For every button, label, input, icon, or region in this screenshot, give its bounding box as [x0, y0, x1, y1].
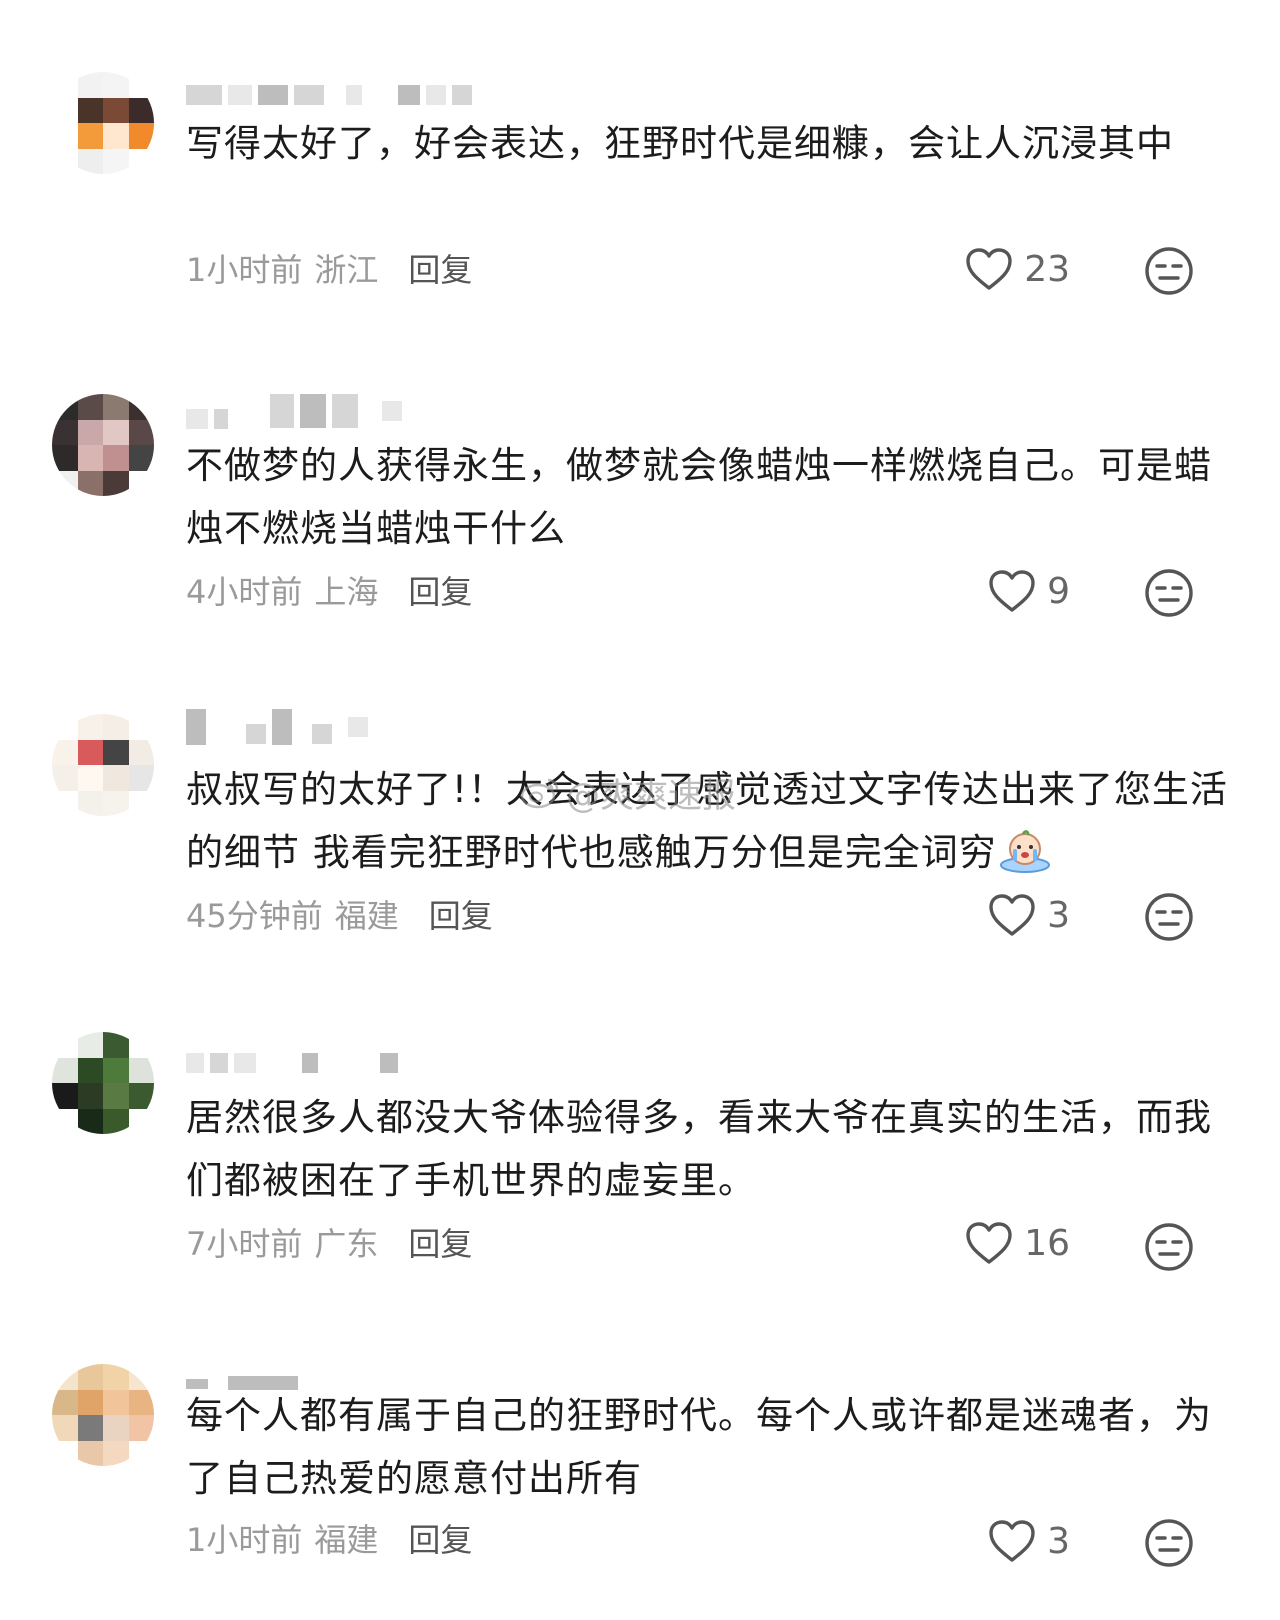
like-button[interactable]: 16 [964, 1220, 1070, 1266]
comment-text: 每个人都有属于自己的狂野时代。每个人或许都是迷魂者，为了自己热爱的愿意付出所有 [186, 1394, 1212, 1500]
comment-feed: 写得太好了，好会表达，狂野时代是细糠，会让人沉浸其中 1小时前 浙江 回复 23 [0, 0, 1280, 1620]
neutral-face-icon[interactable] [1144, 1222, 1194, 1272]
heart-outline-icon[interactable] [987, 568, 1037, 614]
comment-time: 45分钟前 [186, 897, 323, 935]
comment-meta: 7小时前 广东 回复 [186, 1224, 472, 1264]
comment-meta: 1小时前 福建 回复 [186, 1520, 472, 1560]
comment-location: 上海 [314, 573, 379, 611]
comment-text: 居然很多人都没大爷体验得多，看来大爷在真实的生活，而我们都被困在了手机世界的虚妄… [186, 1096, 1212, 1202]
comment-location: 广东 [314, 1225, 379, 1263]
comment-meta: 4小时前 上海 回复 [186, 572, 472, 612]
neutral-face-icon[interactable] [1144, 1518, 1194, 1568]
crying-emoji-icon [999, 829, 1051, 873]
like-button[interactable]: 9 [987, 568, 1070, 614]
comment-text-content: 叔叔写的太好了!！太会表达了感觉透过文字传达出来了您生活的细节 我看完狂野时代也… [186, 768, 1228, 874]
heart-outline-icon[interactable] [987, 1518, 1037, 1564]
heart-outline-icon[interactable] [964, 246, 1014, 292]
neutral-face-icon[interactable] [1144, 892, 1194, 942]
neutral-face-icon[interactable] [1144, 568, 1194, 618]
reply-button[interactable]: 回复 [408, 572, 472, 612]
avatar[interactable] [52, 72, 154, 174]
reply-button[interactable]: 回复 [408, 1520, 472, 1560]
like-count: 3 [1047, 1520, 1070, 1562]
comment-text: 写得太好了，好会表达，狂野时代是细糠，会让人沉浸其中 [186, 122, 1174, 165]
reply-button[interactable]: 回复 [429, 896, 493, 936]
comment-meta: 45分钟前 福建 回复 [186, 896, 493, 936]
like-button[interactable]: 3 [987, 1518, 1070, 1564]
like-count: 3 [1047, 894, 1070, 936]
comment-location: 浙江 [314, 251, 379, 289]
username-blurred[interactable] [186, 82, 472, 108]
reply-button[interactable]: 回复 [408, 250, 472, 290]
comment-text: 不做梦的人获得永生，做梦就会像蜡烛一样燃烧自己。可是蜡烛不燃烧当蜡烛干什么 [186, 444, 1212, 550]
like-button[interactable]: 3 [987, 892, 1070, 938]
username-blurred[interactable] [186, 1050, 398, 1076]
comment-time: 4小时前 [186, 573, 303, 611]
like-count: 16 [1024, 1222, 1070, 1264]
avatar[interactable] [52, 714, 154, 816]
comment-meta: 1小时前 浙江 回复 [186, 250, 472, 290]
avatar[interactable] [52, 1364, 154, 1466]
username-blurred[interactable] [186, 709, 368, 745]
avatar[interactable] [52, 394, 154, 496]
username-blurred[interactable] [186, 394, 402, 429]
comment-location: 福建 [334, 897, 399, 935]
like-count: 23 [1024, 248, 1070, 290]
comment-location: 福建 [314, 1521, 379, 1559]
like-count: 9 [1047, 570, 1070, 612]
comment-time: 1小时前 [186, 251, 303, 289]
comment-time: 1小时前 [186, 1521, 303, 1559]
comment-time: 7小时前 [186, 1225, 303, 1263]
neutral-face-icon[interactable] [1144, 246, 1194, 296]
heart-outline-icon[interactable] [964, 1220, 1014, 1266]
avatar[interactable] [52, 1032, 154, 1134]
comment-text: 叔叔写的太好了!！太会表达了感觉透过文字传达出来了您生活的细节 我看完狂野时代也… [186, 758, 1246, 884]
reply-button[interactable]: 回复 [408, 1224, 472, 1264]
like-button[interactable]: 23 [964, 246, 1070, 292]
heart-outline-icon[interactable] [987, 892, 1037, 938]
